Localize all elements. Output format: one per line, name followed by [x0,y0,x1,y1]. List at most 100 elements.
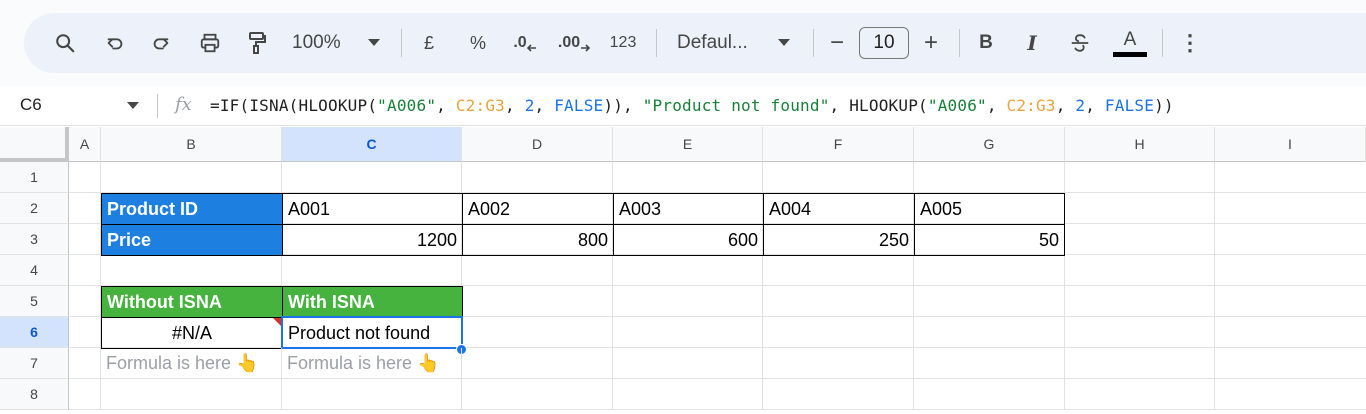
select-all-corner[interactable] [0,127,69,162]
grid-col-line [1214,162,1215,410]
formula-string: "Product not found" [642,96,830,115]
formula-text: , [1085,96,1105,115]
formula-range: C2:G3 [455,96,506,115]
undo-button[interactable] [100,27,130,59]
print-button[interactable] [194,27,226,59]
cell-d2[interactable]: A002 [462,193,614,225]
caret-down-icon [368,39,380,46]
formula-number: 2 [524,96,535,115]
caret-down-icon [778,39,790,46]
column-header-e[interactable]: E [613,127,763,162]
cell-d3[interactable]: 800 [462,224,614,256]
font-dropdown-button[interactable] [774,27,794,59]
currency-format-button[interactable]: £ [417,27,441,59]
column-header-d[interactable]: D [462,127,613,162]
formula-boolean: FALSE [1104,96,1155,115]
caret-down-icon [127,102,139,109]
formula-text: )) [1154,96,1174,115]
bold-icon: B [979,32,993,53]
strikethrough-icon [1071,34,1089,52]
font-size-value: 10 [873,32,895,53]
column-header-f[interactable]: F [763,127,914,162]
column-header-b[interactable]: B [101,127,282,162]
column-header-a[interactable]: A [69,127,101,162]
cell-c7[interactable]: Formula is here 👆 [282,348,462,379]
formula-text: =IF(ISNA(HLOOKUP( [210,96,378,115]
row-header-1[interactable]: 1 [0,162,69,193]
strikethrough-button[interactable] [1066,27,1094,59]
more-options-button[interactable]: ⋮ [1178,27,1202,59]
percent-label: % [469,32,486,53]
formula-text: )), [603,96,643,115]
cell-b7[interactable]: Formula is here 👆 [101,348,282,379]
cell-f3[interactable]: 250 [763,224,915,256]
cell-b2[interactable]: Product ID [101,193,283,225]
row-header-3[interactable]: 3 [0,224,69,255]
column-header-c[interactable]: C [282,127,462,162]
font-name: Defaul... [677,32,748,53]
row-header-6[interactable]: 6 [0,317,69,348]
row-header-5[interactable]: 5 [0,286,69,317]
row-header-4[interactable]: 4 [0,255,69,286]
cell-e2[interactable]: A003 [613,193,764,225]
search-icon [56,34,75,53]
decrease-font-size-button[interactable]: − [824,27,850,59]
redo-button[interactable] [146,27,176,59]
cell-g3[interactable]: 50 [914,224,1065,256]
toolbar-divider [813,29,814,57]
row-header-2[interactable]: 2 [0,193,69,224]
font-select[interactable]: Defaul... [677,27,763,59]
toolbar: 100% £ % .0 .00 123 Defaul... − 10 + B I… [24,13,1366,73]
error-indicator-icon[interactable] [273,318,282,327]
toolbar-divider [656,29,657,57]
cell-b6[interactable]: #N/A [101,317,283,349]
cell-g2[interactable]: A005 [914,193,1065,225]
zoom-select[interactable]: 100% [292,27,356,59]
zoom-dropdown-button[interactable] [364,27,384,59]
more-vert-icon: ⋮ [1179,30,1201,55]
decrease-decimal-button[interactable]: .0 [508,27,542,59]
cell-c5[interactable]: With ISNA [282,286,463,318]
formula-input[interactable]: =IF(ISNA(HLOOKUP("A006", C2:G3, 2, FALSE… [210,96,1174,115]
cell-e3[interactable]: 600 [613,224,764,256]
cell-b3[interactable]: Price [101,224,283,256]
cell-c6[interactable]: Product not found [282,317,463,349]
more-formats-button[interactable]: 123 [606,27,640,59]
font-size-input[interactable]: 10 [859,27,909,59]
cell-b5[interactable]: Without ISNA [101,286,283,318]
increase-font-size-button[interactable]: + [918,27,944,59]
name-box[interactable]: C6 [20,95,42,115]
cell-c2[interactable]: A001 [282,193,463,225]
row-header-8[interactable]: 8 [0,379,69,410]
row-header-7[interactable]: 7 [0,348,69,379]
arrow-left-icon [526,44,536,52]
number-format-label: 123 [609,34,637,51]
formula-string: "A006" [377,96,437,115]
text-color-button[interactable]: A [1112,27,1148,59]
toolbar-divider [959,29,960,57]
formula-bar-divider [157,94,158,118]
bold-button[interactable]: B [974,27,998,59]
column-header-h[interactable]: H [1065,127,1215,162]
text-color-swatch [1113,51,1147,57]
column-header-g[interactable]: G [914,127,1065,162]
formula-number: 2 [1075,96,1086,115]
redo-icon [153,38,169,50]
increase-decimal-button[interactable]: .00 [554,27,594,59]
zoom-value: 100% [292,32,341,53]
minus-icon: − [829,29,844,56]
column-header-i[interactable]: I [1215,127,1366,162]
toolbar-area: 100% £ % .0 .00 123 Defaul... − 10 + B I… [0,0,1366,86]
formula-text: , [436,96,456,115]
formula-string: "A006" [927,96,987,115]
cell-f2[interactable]: A004 [763,193,915,225]
search-menus-button[interactable] [50,27,80,59]
text-color-icon: A [1123,28,1137,50]
paint-format-button[interactable] [242,27,272,59]
cell-c3[interactable]: 1200 [282,224,463,256]
decrease-decimal-label: .0 [513,34,527,51]
name-box-dropdown[interactable] [127,97,139,115]
percent-format-button[interactable]: % [465,27,491,59]
italic-button[interactable]: I [1020,27,1044,59]
formula-text: , [986,96,1007,115]
